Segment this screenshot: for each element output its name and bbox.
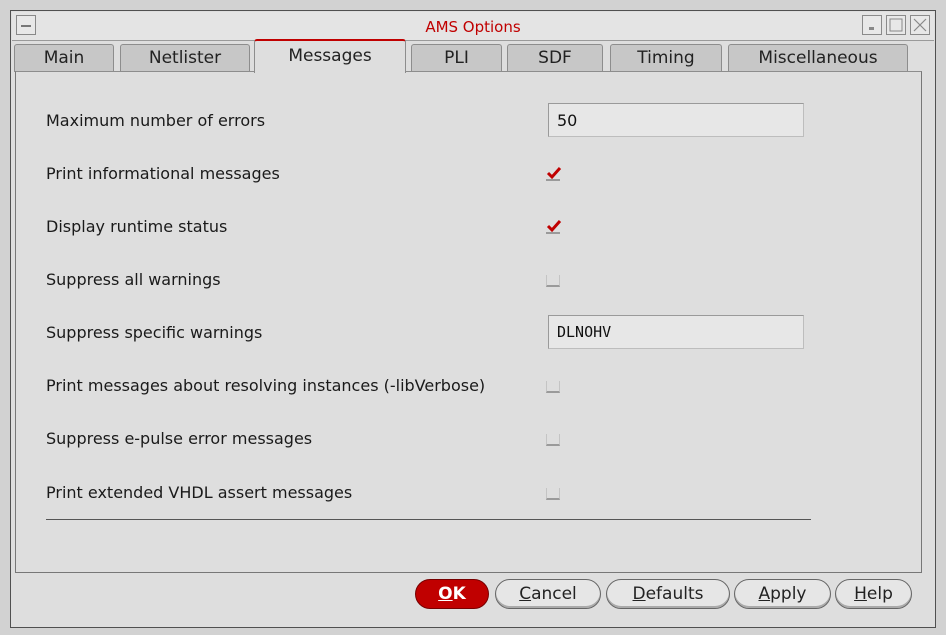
max-errors-input[interactable]: 50 <box>548 103 804 137</box>
vhdl-assert-label: Print extended VHDL assert messages <box>46 483 353 502</box>
suppress-epulse-label: Suppress e-pulse error messages <box>46 429 313 448</box>
button-bar: OK Cancel Defaults Apply Help <box>15 574 922 616</box>
window-title: AMS Options <box>425 18 521 36</box>
help-button[interactable]: Help <box>835 579 912 609</box>
lib-verbose-label: Print messages about resolving instances… <box>46 376 486 395</box>
suppress-all-label: Suppress all warnings <box>46 270 221 289</box>
vhdl-assert-checkbox[interactable] <box>546 488 560 500</box>
tab-miscellaneous[interactable]: Miscellaneous <box>728 44 908 72</box>
tab-pli[interactable]: PLI <box>411 44 502 72</box>
close-button[interactable] <box>910 15 930 35</box>
suppress-specific-input[interactable]: DLNOHV <box>548 315 804 349</box>
defaults-button[interactable]: Defaults <box>606 579 730 609</box>
maximize-button[interactable] <box>886 15 906 35</box>
suppress-all-checkbox[interactable] <box>546 275 560 287</box>
minimize-icon <box>869 27 874 30</box>
tab-timing[interactable]: Timing <box>610 44 722 72</box>
checkmark-icon <box>546 220 562 233</box>
max-errors-label: Maximum number of errors <box>46 111 266 130</box>
apply-button[interactable]: Apply <box>734 579 831 609</box>
print-info-checkbox[interactable] <box>546 167 562 181</box>
tab-sdf[interactable]: SDF <box>507 44 603 72</box>
display-runtime-checkbox[interactable] <box>546 220 562 234</box>
checkmark-icon <box>546 167 562 180</box>
tab-messages[interactable]: Messages <box>254 39 406 73</box>
display-runtime-label: Display runtime status <box>46 217 228 236</box>
cancel-button[interactable]: Cancel <box>495 579 601 609</box>
print-info-label: Print informational messages <box>46 164 280 183</box>
lib-verbose-checkbox[interactable] <box>546 381 560 393</box>
messages-panel: Maximum number of errors 50 Print inform… <box>15 71 922 573</box>
maximize-icon <box>889 18 903 32</box>
tab-netlister[interactable]: Netlister <box>120 44 250 72</box>
suppress-specific-label: Suppress specific warnings <box>46 323 263 342</box>
tab-main[interactable]: Main <box>14 44 114 72</box>
tab-bar: Main Netlister Messages PLI SDF Timing M… <box>12 38 917 73</box>
minimize-button[interactable] <box>862 15 882 35</box>
title-bar[interactable]: AMS Options <box>12 12 934 41</box>
divider <box>46 519 811 520</box>
close-icon <box>913 18 927 32</box>
suppress-epulse-checkbox[interactable] <box>546 434 560 446</box>
ok-button[interactable]: OK <box>415 579 489 609</box>
